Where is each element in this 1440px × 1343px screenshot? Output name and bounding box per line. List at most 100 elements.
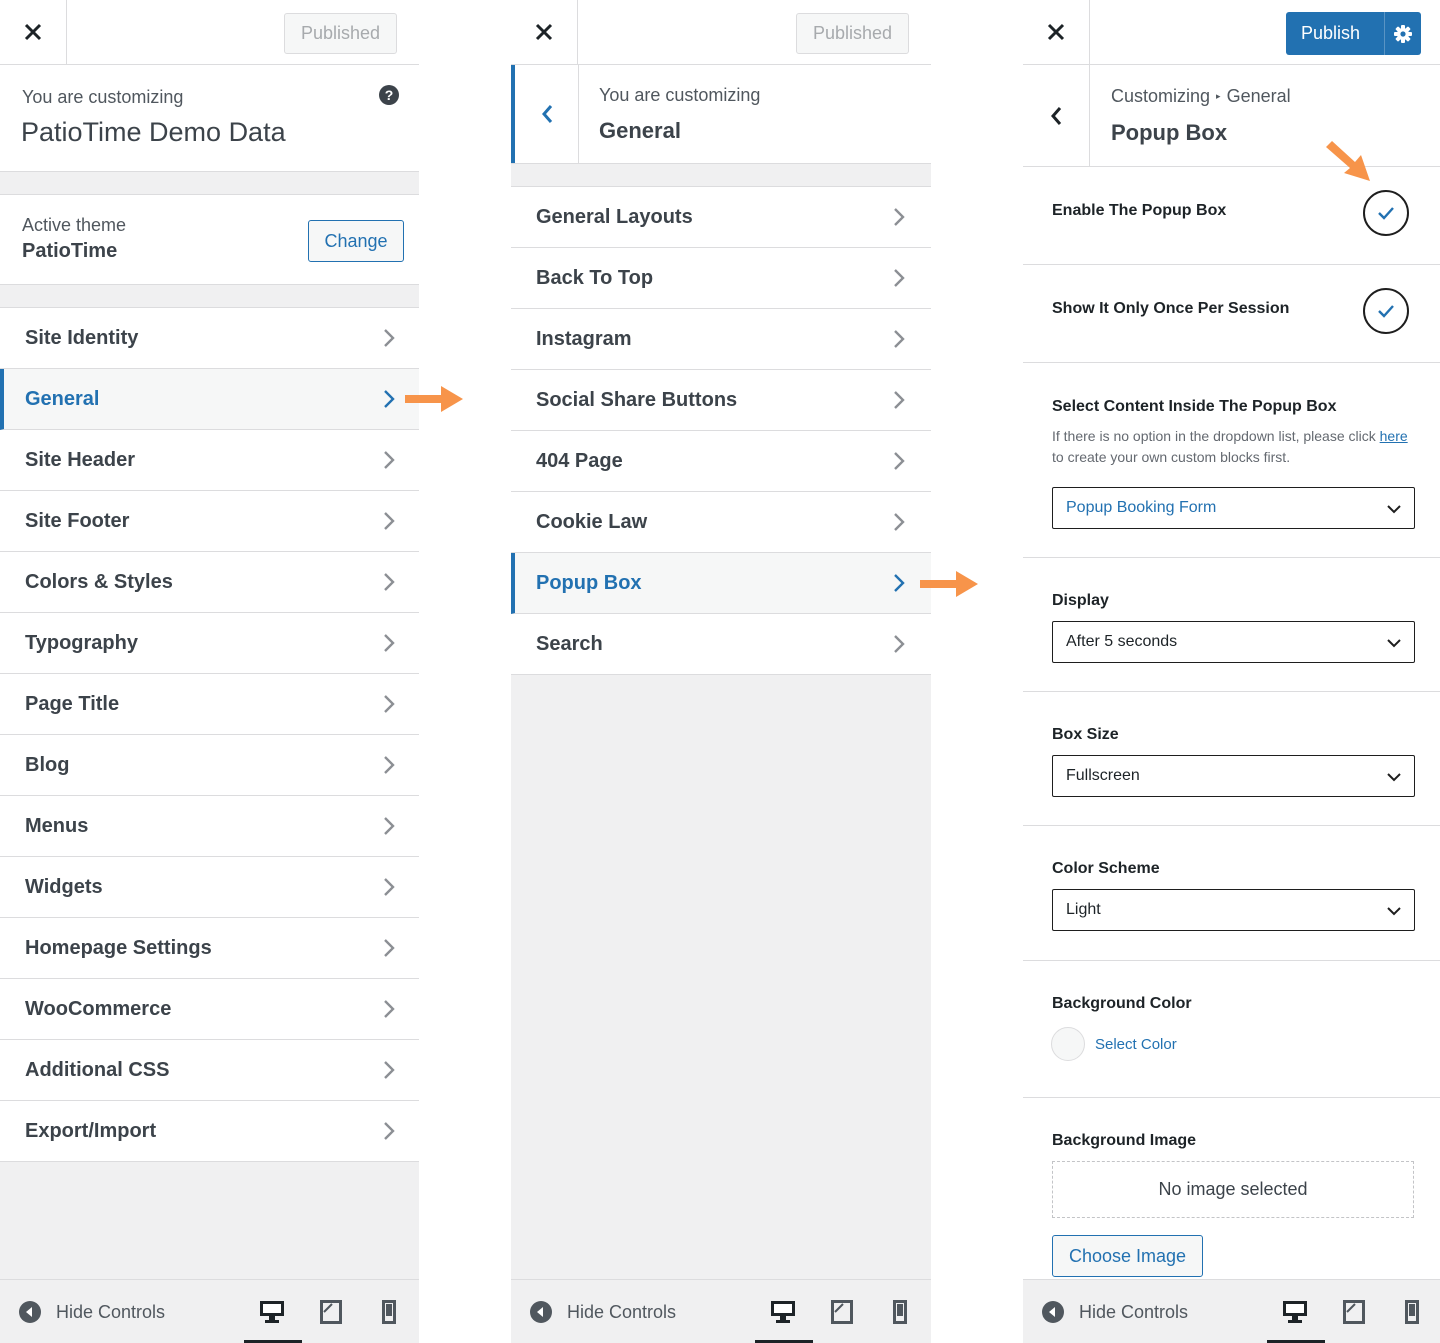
close-button[interactable] [511,0,578,64]
enable-popup-toggle[interactable] [1363,190,1409,236]
once-per-session-toggle[interactable] [1363,288,1409,334]
customizer-panel-popup-box: Publish Customizing ▸ General Popup Box … [1023,0,1440,1343]
preview-desktop-button[interactable] [1267,1298,1325,1343]
chevron-right-icon [384,695,395,713]
chevron-right-icon [384,878,395,896]
menu-item-export-import[interactable]: Export/Import [0,1101,419,1162]
collapse-icon [19,1301,41,1323]
close-button[interactable] [1023,0,1090,64]
menu-item-site-identity[interactable]: Site Identity [0,308,419,369]
mobile-icon [893,1300,907,1324]
popup-content-label: Select Content Inside The Popup Box [1052,398,1337,415]
choose-image-button[interactable]: Choose Image [1052,1235,1203,1277]
popup-content-description: If there is no option in the dropdown li… [1052,426,1422,468]
menu-item-general[interactable]: General [0,369,419,430]
create-blocks-link[interactable]: here [1380,428,1408,444]
site-title: PatioTime Demo Data [21,117,286,147]
menu-item-blog[interactable]: Blog [0,735,419,796]
menu-item-label: Page Title [25,692,120,715]
help-icon[interactable]: ? [379,85,399,105]
menu-item-search[interactable]: Search [511,614,931,675]
change-theme-button[interactable]: Change [308,220,404,262]
box-size-value: Fullscreen [1066,767,1140,784]
publish-settings-button[interactable] [1384,12,1421,55]
chevron-down-icon [1387,907,1401,916]
close-button[interactable] [0,0,67,64]
chevron-right-icon [894,330,905,348]
menu-item-menus[interactable]: Menus [0,796,419,857]
published-button[interactable]: Published [796,13,909,54]
publish-button[interactable]: Publish [1286,12,1421,55]
menu-item-404-page[interactable]: 404 Page [511,431,931,492]
menu-item-label: Export/Import [25,1119,157,1142]
menu-item-widgets[interactable]: Widgets [0,857,419,918]
box-size-select[interactable]: Fullscreen [1052,755,1415,797]
hide-controls-button[interactable]: Hide Controls [1041,1300,1188,1324]
preview-desktop-button[interactable] [244,1298,302,1343]
menu-item-label: Site Identity [25,326,139,349]
popup-content-select[interactable]: Popup Booking Form [1052,487,1415,529]
color-scheme-select[interactable]: Light [1052,889,1415,931]
section-title: Popup Box [1111,120,1228,145]
menu-item-popup-box[interactable]: Popup Box [511,553,931,614]
chevron-right-icon [894,513,905,531]
menu-item-additional-css[interactable]: Additional CSS [0,1040,419,1101]
mobile-icon [1405,1300,1419,1324]
preview-tablet-button[interactable] [317,1298,345,1326]
menu-item-colors-styles[interactable]: Colors & Styles [0,552,419,613]
back-button[interactable] [511,65,579,163]
chevron-right-icon [384,329,395,347]
chevron-right-icon [384,451,395,469]
desktop-icon [771,1301,795,1323]
menu-item-instagram[interactable]: Instagram [511,309,931,370]
menu-item-social-share-buttons[interactable]: Social Share Buttons [511,370,931,431]
preview-tablet-button[interactable] [828,1298,856,1326]
menu-item-label: Additional CSS [25,1058,170,1081]
menu-item-typography[interactable]: Typography [0,613,419,674]
menu-item-site-header[interactable]: Site Header [0,430,419,491]
active-theme-section: Active theme PatioTime Change [0,194,419,285]
menu-item-homepage-settings[interactable]: Homepage Settings [0,918,419,979]
chevron-right-icon [384,1122,395,1140]
preview-mobile-button[interactable] [375,1298,403,1326]
menu-item-label: Widgets [25,875,103,898]
menu-item-label: General [25,387,100,410]
menu-item-site-footer[interactable]: Site Footer [0,491,419,552]
desktop-icon [1283,1301,1307,1323]
menu-item-page-title[interactable]: Page Title [0,674,419,735]
section-header: You are customizing General [511,65,931,164]
box-size-control: Box Size Fullscreen [1023,692,1440,826]
color-swatch[interactable] [1051,1027,1085,1061]
display-select[interactable]: After 5 seconds [1052,621,1415,663]
menu-item-label: Instagram [536,327,632,350]
menu-item-woocommerce[interactable]: WooCommerce [0,979,419,1040]
chevron-right-icon [894,391,905,409]
customizer-header: Published [511,0,931,65]
menu-item-label: Back To Top [536,266,654,289]
arrow-down-right-icon [1326,141,1370,181]
chevron-right-icon [894,452,905,470]
menu-item-general-layouts[interactable]: General Layouts [511,187,931,248]
menu-item-label: Colors & Styles [25,570,173,593]
select-color-button[interactable]: Select Color [1095,1036,1177,1053]
published-button[interactable]: Published [284,13,397,54]
customizer-footer: Hide Controls [0,1279,419,1343]
preview-mobile-button[interactable] [1398,1298,1426,1326]
hide-controls-button[interactable]: Hide Controls [529,1300,676,1324]
preview-mobile-button[interactable] [886,1298,914,1326]
collapse-icon [530,1301,552,1323]
hide-controls-button[interactable]: Hide Controls [18,1300,165,1324]
chevron-left-icon [1051,106,1062,125]
back-button[interactable] [1023,65,1090,166]
preview-desktop-button[interactable] [755,1298,813,1343]
tablet-icon [1343,1300,1365,1324]
chevron-down-icon [1387,639,1401,648]
menu-item-label: Social Share Buttons [536,388,738,411]
preview-tablet-button[interactable] [1340,1298,1368,1326]
background-color-control: Background Color Select Color [1023,961,1440,1098]
menu-item-cookie-law[interactable]: Cookie Law [511,492,931,553]
chevron-right-icon [384,390,395,408]
customizer-header: Publish [1023,0,1440,65]
menu-item-label: Homepage Settings [25,936,212,959]
menu-item-back-to-top[interactable]: Back To Top [511,248,931,309]
